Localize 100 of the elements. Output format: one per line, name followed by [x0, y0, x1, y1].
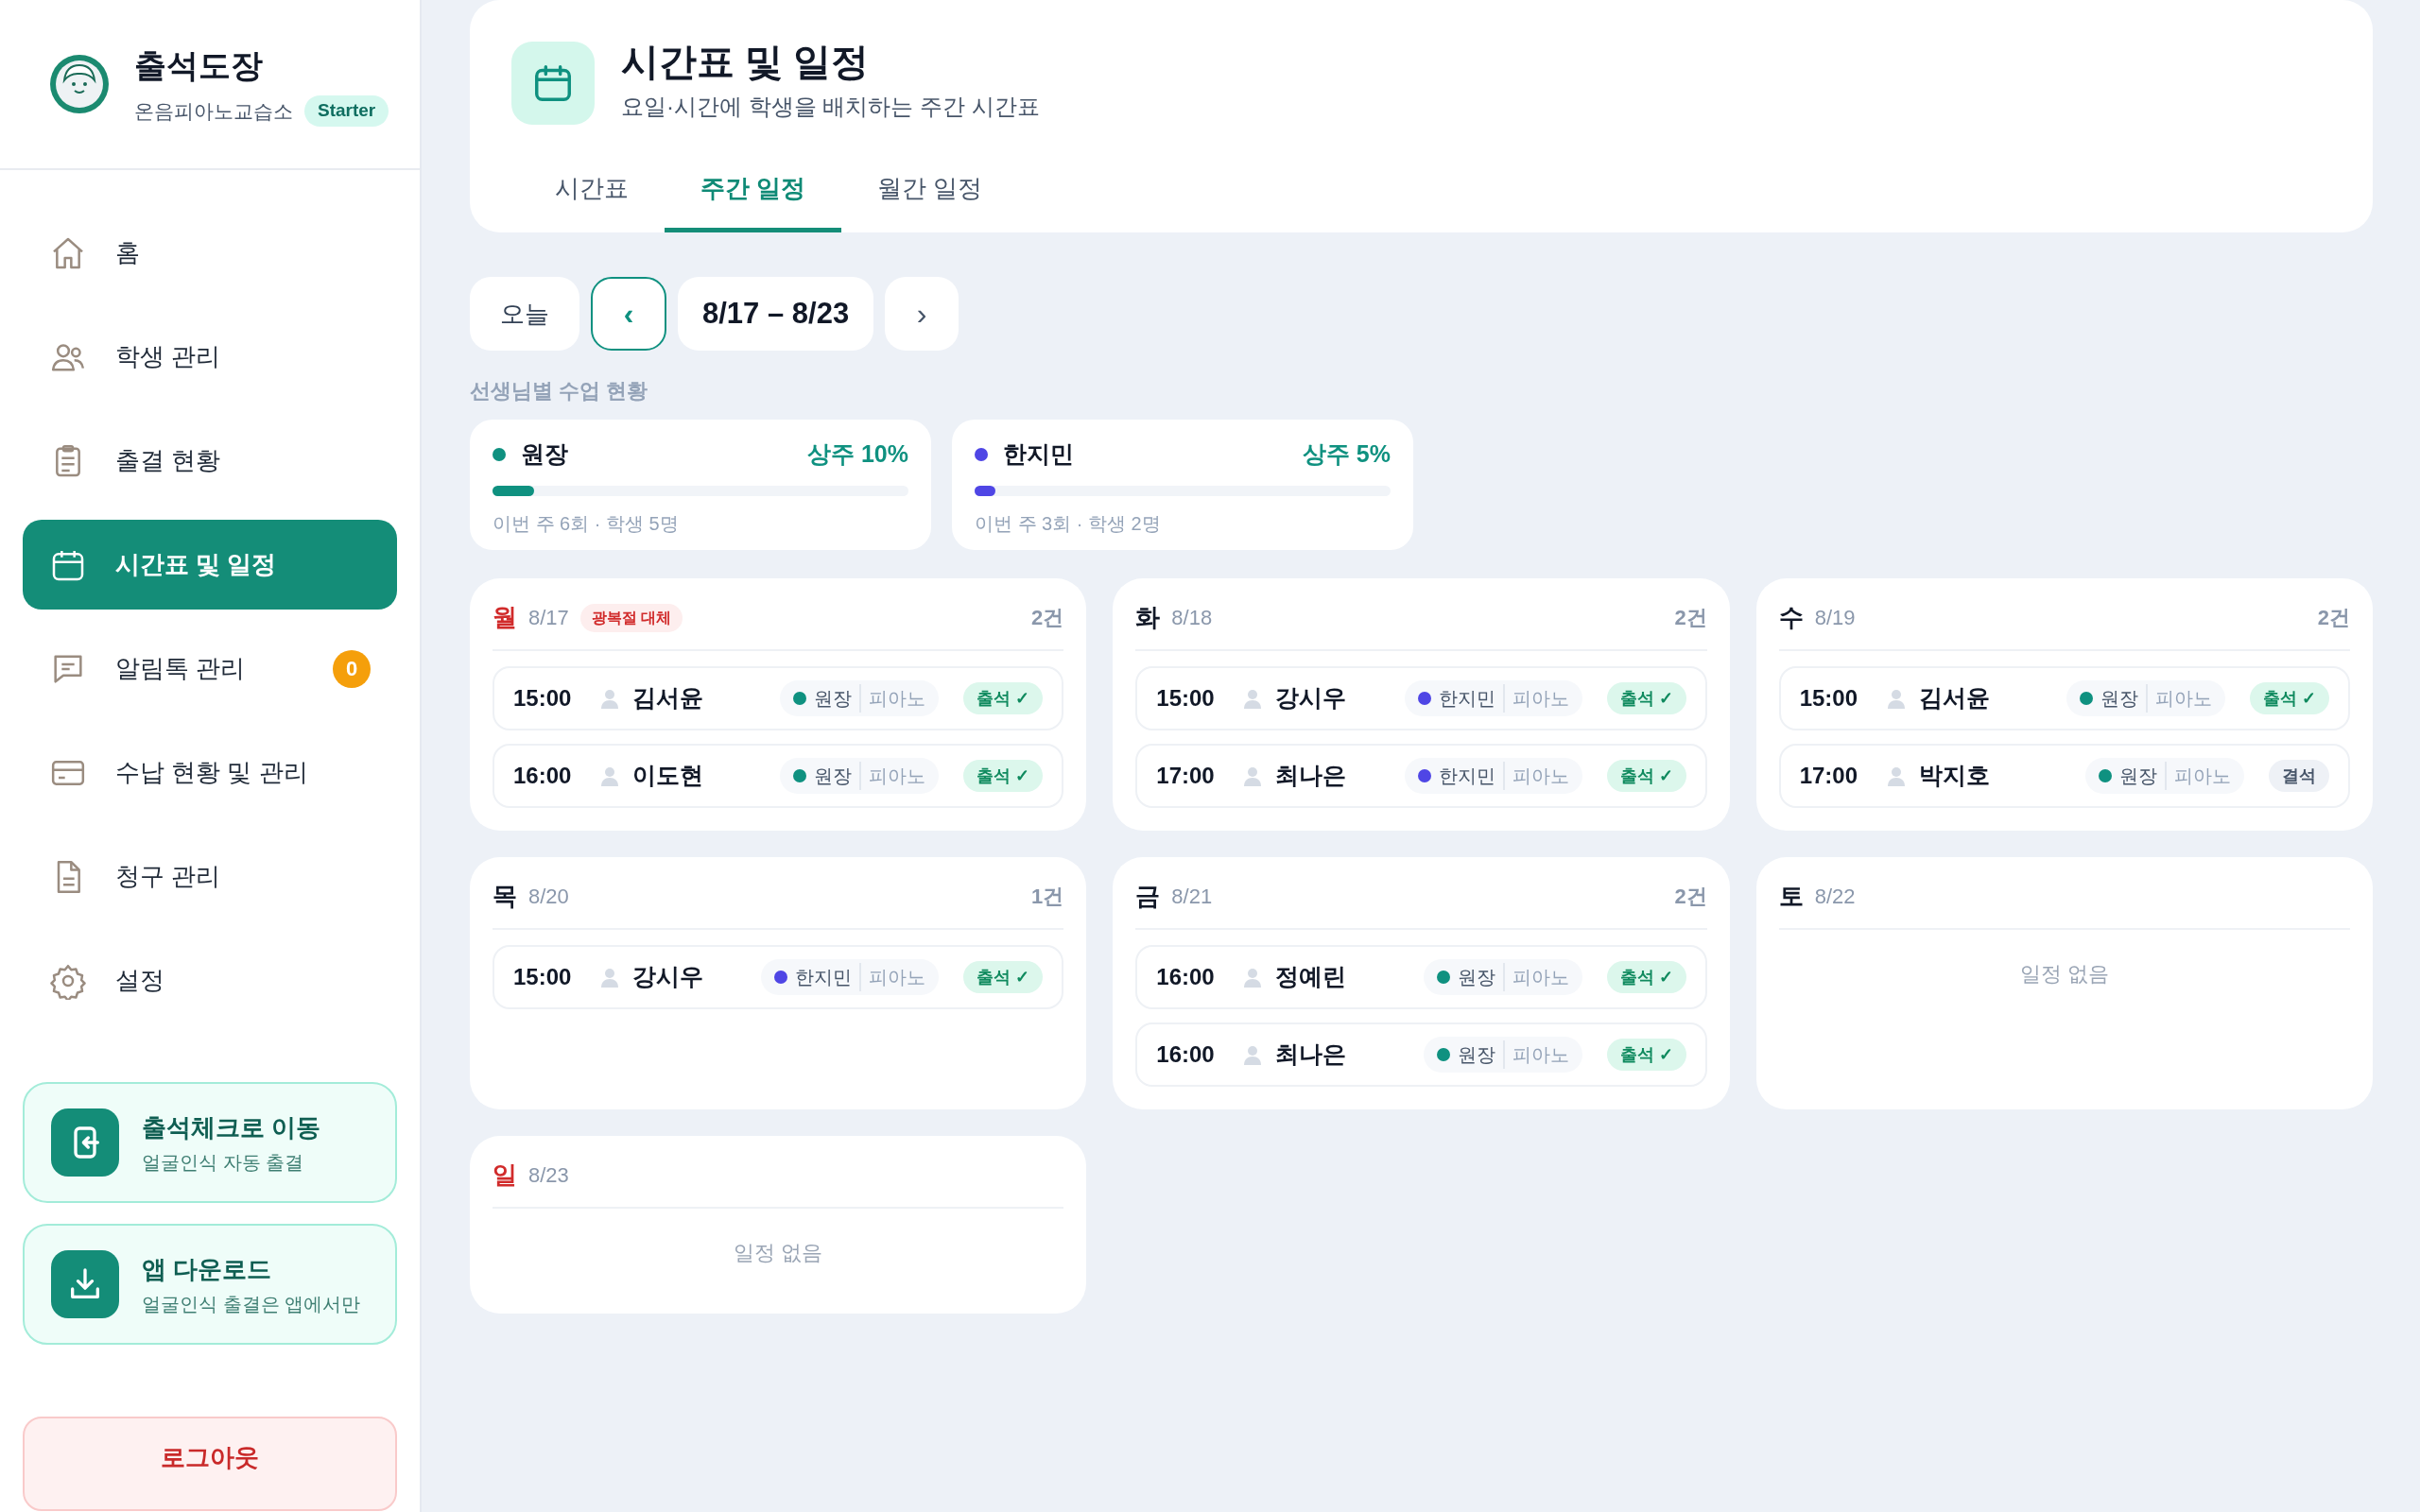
download-icon: [51, 1250, 119, 1318]
teacher-name: 원장: [2119, 762, 2167, 790]
student-name: 김서윤: [1918, 683, 1991, 713]
next-week-button[interactable]: ›: [885, 277, 959, 351]
subject-name: 피아노: [1512, 765, 1569, 788]
lesson-time: 17:00: [1799, 762, 1859, 790]
teacher-name: 한지민: [1003, 439, 1075, 469]
day-label: 일: [493, 1160, 517, 1191]
student-name: 최나은: [1275, 761, 1348, 791]
schedule-entry[interactable]: 15:00 김서윤 원장 피아노 출석 ✓: [1778, 666, 2350, 730]
nav-item[interactable]: 출결 현황: [23, 416, 397, 506]
schedule-entry[interactable]: 16:00 이도현 원장 피아노 출석 ✓: [493, 744, 1064, 808]
day-date: 8/23: [528, 1162, 569, 1189]
day-label: 목: [493, 881, 517, 912]
promo-card[interactable]: 앱 다운로드 얼굴인식 출결은 앱에서만: [23, 1224, 397, 1345]
nav-item[interactable]: 청구 관리: [23, 832, 397, 921]
person-icon: [600, 967, 619, 988]
schedule-entry[interactable]: 16:00 정예린 원장 피아노 출석 ✓: [1135, 945, 1707, 1009]
promo-card[interactable]: 출석체크로 이동 얼굴인식 자동 출결: [23, 1082, 397, 1203]
person-icon: [1243, 765, 1263, 786]
nav-item[interactable]: 학생 관리: [23, 312, 397, 402]
event-count: 2건: [1674, 605, 1707, 631]
schedule-entry[interactable]: 15:00 강시우 한지민 피아노 출석 ✓: [1135, 666, 1707, 730]
empty-message: 일정 없음: [2019, 961, 2109, 988]
logout-button[interactable]: 로그아웃: [23, 1417, 397, 1511]
student-name: 강시우: [632, 962, 704, 992]
subject-name: 피아노: [869, 966, 926, 989]
student-name: 박지호: [1918, 761, 1991, 791]
day-date: 8/20: [528, 884, 569, 910]
attendance-badge: 출석 ✓: [963, 961, 1044, 993]
person-icon: [1243, 967, 1263, 988]
tab[interactable]: 시간표: [519, 166, 665, 232]
day-label: 금: [1135, 881, 1161, 912]
person-icon: [1243, 688, 1263, 709]
lesson-time: 15:00: [1799, 684, 1859, 713]
teacher-name: 원장: [814, 762, 862, 790]
person-icon: [1243, 1044, 1263, 1065]
brand-title: 출석도장: [134, 46, 264, 86]
attendance-badge: 출석 ✓: [963, 760, 1044, 792]
day-date: 8/17: [528, 605, 569, 631]
day-date: 8/19: [1814, 605, 1856, 631]
nav-item[interactable]: 설정: [23, 936, 397, 1025]
schedule-entry[interactable]: 17:00 박지호 원장 피아노 결석: [1778, 744, 2350, 808]
schedule-entry[interactable]: 16:00 최나은 원장 피아노 출석 ✓: [1135, 1022, 1707, 1087]
day-label: 토: [1778, 881, 1804, 912]
page-subtitle: 요일·시간에 학생을 배치하는 주간 시간표: [621, 93, 1040, 121]
nav-item[interactable]: 알림톡 관리 0: [23, 624, 397, 713]
holiday-tag: 광복절 대체: [579, 603, 683, 632]
lesson-time: 16:00: [1156, 963, 1216, 991]
tab[interactable]: 월간 일정: [841, 166, 1019, 232]
day-label: 월: [493, 602, 517, 633]
today-button[interactable]: 오늘: [470, 277, 579, 351]
student-name: 최나은: [1275, 1040, 1348, 1070]
lesson-time: 15:00: [513, 684, 573, 713]
teacher-name: 원장: [521, 439, 569, 469]
subject-name: 피아노: [1512, 966, 1569, 989]
event-count: 2건: [1031, 605, 1064, 631]
attendance-badge: 출석 ✓: [1606, 760, 1686, 792]
occupancy-rate: 상주 5%: [1302, 439, 1391, 469]
teacher-name: 한지민: [795, 963, 862, 991]
attendance-badge: 출석 ✓: [1606, 682, 1686, 714]
schedule-entry[interactable]: 15:00 김서윤 원장 피아노 출석 ✓: [493, 666, 1064, 730]
attendance-badge: 결석: [2269, 760, 2329, 792]
day-label: 화: [1135, 602, 1161, 633]
event-count: 2건: [2317, 605, 2350, 631]
nav-item[interactable]: 시간표 및 일정: [23, 520, 397, 610]
plan-badge: Starter: [304, 95, 389, 127]
previous-week-button[interactable]: ‹: [591, 277, 666, 351]
teacher-name: 한지민: [1438, 762, 1505, 790]
person-icon: [600, 688, 619, 709]
schedule-entry[interactable]: 15:00 강시우 한지민 피아노 출석 ✓: [493, 945, 1064, 1009]
count-badge: 0: [333, 649, 371, 688]
day-label: 수: [1778, 602, 1804, 633]
attendance-badge: 출석 ✓: [2249, 682, 2329, 714]
nav-item[interactable]: 수납 현황 및 관리: [23, 728, 397, 817]
occupancy-rate: 상주 10%: [807, 439, 908, 469]
person-icon: [1886, 688, 1906, 709]
student-name: 이도현: [632, 761, 704, 791]
lesson-time: 15:00: [1156, 684, 1216, 713]
promo-subtitle: 얼굴인식 출결은 앱에서만: [142, 1292, 361, 1316]
empty-message: 일정 없음: [734, 1240, 823, 1266]
page-title: 시간표 및 일정: [621, 43, 871, 80]
week-range: 8/17 – 8/23: [678, 277, 874, 351]
academy-name: 온음피아노교습소: [134, 98, 293, 124]
schedule-entry[interactable]: 17:00 최나은 한지민 피아노 출석 ✓: [1135, 744, 1707, 808]
promo-title: 출석체크로 이동: [142, 1111, 321, 1143]
attendance-badge: 출석 ✓: [1606, 1039, 1686, 1071]
tab[interactable]: 주간 일정: [665, 166, 842, 232]
promo-title: 앱 다운로드: [142, 1253, 273, 1285]
promo-subtitle: 얼굴인식 자동 출결: [142, 1150, 305, 1175]
subject-name: 피아노: [869, 687, 926, 711]
nav-item[interactable]: 홈: [23, 208, 397, 298]
teacher-summary: 이번 주 6회 · 학생 5명: [493, 511, 680, 536]
calendar-icon: [511, 42, 595, 125]
event-count: 2건: [1674, 884, 1707, 910]
student-name: 정예린: [1275, 962, 1348, 992]
attendance-badge: 출석 ✓: [963, 682, 1044, 714]
lesson-time: 16:00: [513, 762, 573, 790]
lesson-time: 16:00: [1156, 1040, 1216, 1069]
lesson-time: 15:00: [513, 963, 573, 991]
